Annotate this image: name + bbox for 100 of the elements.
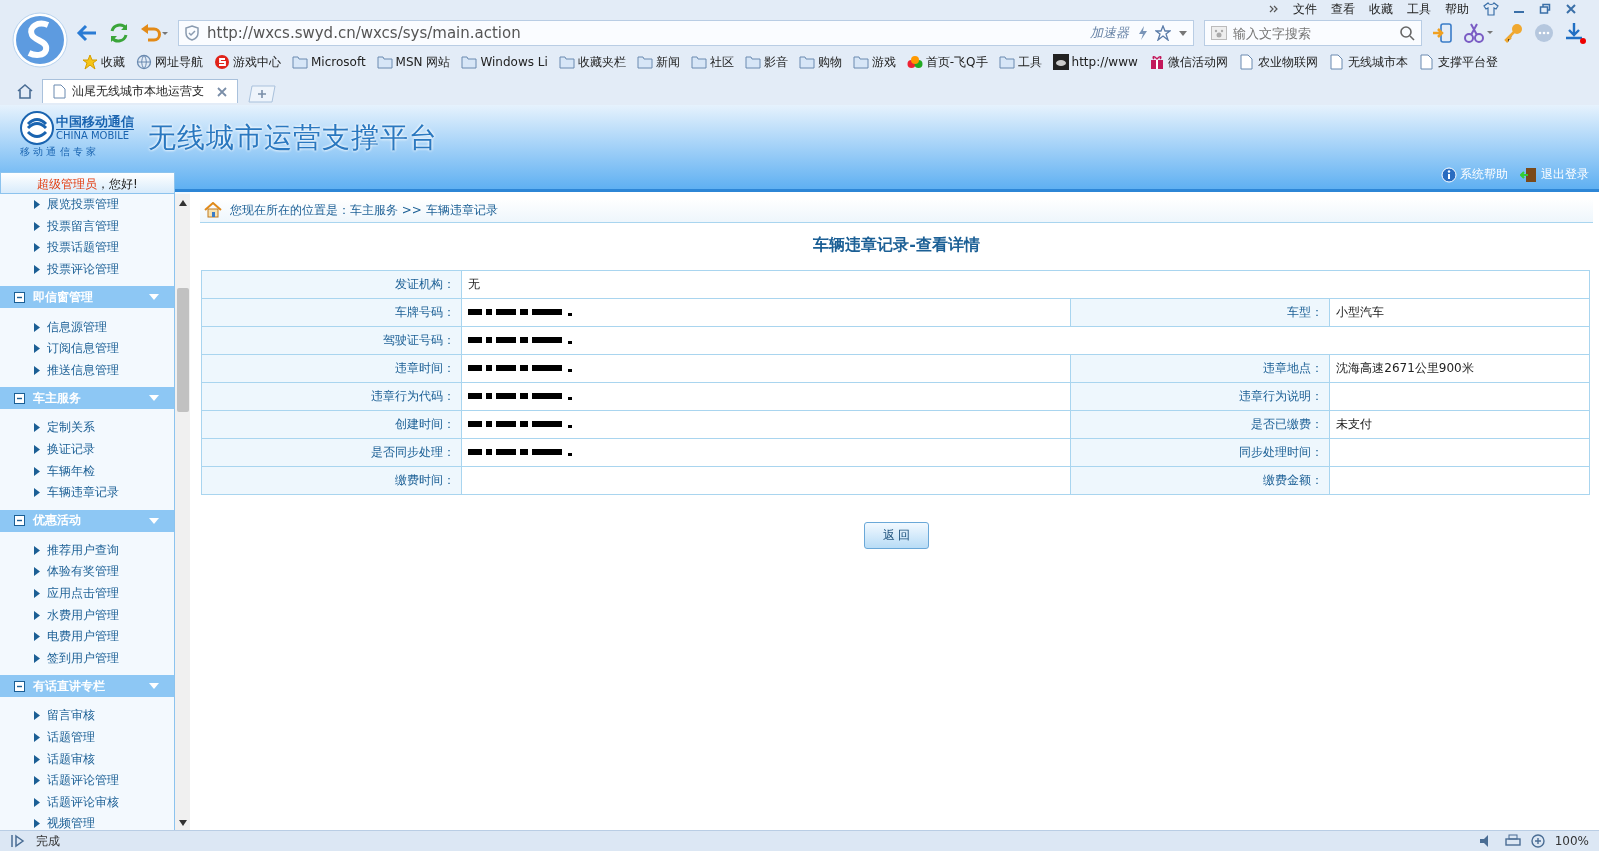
bookmark[interactable]: http://www: [1052, 54, 1138, 70]
close-icon[interactable]: [1565, 3, 1577, 15]
home-icon[interactable]: [16, 83, 34, 99]
browser-tab[interactable]: 汕尾无线城市本地运营支: [42, 79, 238, 103]
menu-item[interactable]: 话题管理: [34, 726, 174, 749]
menu-item[interactable]: 签到用户管理: [34, 647, 174, 670]
phone-icon[interactable]: [1432, 23, 1454, 43]
bookmark[interactable]: 微信活动网: [1148, 53, 1228, 71]
photo-icon: [1052, 54, 1069, 70]
menu-item[interactable]: 车辆违章记录: [34, 481, 174, 504]
bookmark[interactable]: 购物: [798, 53, 842, 71]
menu-item[interactable]: 投票话题管理: [34, 237, 174, 259]
bookmark[interactable]: 首页-飞Q手: [906, 53, 988, 71]
menu-item[interactable]: 话题评论管理: [34, 769, 174, 792]
bookmark[interactable]: 支撑平台登: [1418, 53, 1498, 71]
bookmark[interactable]: 网址导航: [136, 53, 203, 71]
menu-item[interactable]: 收藏: [1369, 0, 1393, 18]
menu-item[interactable]: 文件: [1293, 0, 1317, 18]
folder-icon: [376, 54, 393, 70]
refresh-icon[interactable]: [108, 22, 130, 44]
menu-item[interactable]: 留言审核: [34, 705, 174, 727]
bookmark[interactable]: 影音: [744, 53, 788, 71]
back-button[interactable]: 返 回: [863, 522, 930, 549]
menu-item[interactable]: 投票留言管理: [34, 215, 174, 238]
search-icon[interactable]: [1399, 25, 1415, 41]
download-icon[interactable]: [1564, 22, 1586, 44]
menu-item[interactable]: 体验有奖管理: [34, 561, 174, 583]
logo-icon: [20, 111, 54, 145]
field-label: 是否已缴费：: [1070, 410, 1330, 439]
menu-item[interactable]: 展览投票管理: [34, 194, 174, 216]
menu-item[interactable]: 定制关系: [34, 417, 174, 439]
triangle-icon: [34, 445, 40, 455]
bookmark[interactable]: 游戏中心: [214, 53, 281, 71]
bookmark[interactable]: 工具: [998, 53, 1042, 71]
collapse-icon[interactable]: [14, 291, 25, 303]
bookmark[interactable]: 收藏: [82, 53, 125, 71]
field-label: 违章地点：: [1070, 354, 1330, 383]
menu-item[interactable]: 推送信息管理: [34, 359, 174, 382]
menu-item[interactable]: 订阅信息管理: [34, 337, 174, 360]
close-icon[interactable]: [217, 86, 227, 97]
menu-item[interactable]: 车辆年检: [34, 460, 174, 482]
triangle-icon: [34, 819, 40, 829]
menu-item[interactable]: 话题评论审核: [34, 791, 174, 814]
scroll-up-icon[interactable]: [178, 200, 187, 206]
bookmark[interactable]: Microsoft: [292, 54, 366, 70]
scissors-icon[interactable]: [1464, 23, 1494, 43]
restore-icon[interactable]: [1539, 3, 1551, 15]
caret-icon[interactable]: [1179, 30, 1187, 36]
menu-item[interactable]: 应用点击管理: [34, 582, 174, 605]
zoom-level[interactable]: 100%: [1554, 834, 1589, 848]
collapse-icon[interactable]: [14, 392, 25, 404]
more-icon[interactable]: [1269, 4, 1279, 14]
collapse-icon[interactable]: [14, 680, 25, 692]
browser-logo-icon[interactable]: [12, 12, 68, 68]
menu-item[interactable]: 帮助: [1445, 0, 1469, 18]
menu-item[interactable]: 投票评论管理: [34, 258, 174, 281]
bookmark[interactable]: 游戏: [852, 53, 896, 71]
menu-item[interactable]: 水费用户管理: [34, 604, 174, 626]
zoom-icon[interactable]: [1530, 834, 1545, 848]
star-icon[interactable]: [1155, 25, 1171, 41]
shirt-icon[interactable]: [1483, 2, 1499, 16]
menu-item[interactable]: 推荐用户查询: [34, 539, 174, 562]
menu-item[interactable]: 视频管理: [34, 813, 174, 830]
more-dots-icon[interactable]: [1534, 23, 1554, 43]
undo-icon[interactable]: [140, 23, 168, 43]
sidebar-toggle-icon[interactable]: [10, 834, 26, 848]
scrollbar[interactable]: [175, 194, 190, 830]
field-value: 小型汽车: [1329, 298, 1590, 327]
page-icon: [1418, 54, 1435, 70]
door-icon: [1520, 166, 1538, 183]
scroll-down-icon[interactable]: [178, 820, 187, 826]
lightning-icon[interactable]: [1137, 25, 1147, 41]
menu-item[interactable]: 换证记录: [34, 438, 174, 461]
bookmark[interactable]: 农业物联网: [1238, 53, 1318, 71]
bookmark[interactable]: Windows Li: [461, 54, 548, 70]
menu-item[interactable]: 话题审核: [34, 748, 174, 770]
back-icon[interactable]: [76, 23, 98, 43]
printer-icon[interactable]: [1504, 834, 1521, 848]
folder-icon: [558, 54, 575, 70]
menu-item[interactable]: 电费用户管理: [34, 625, 174, 648]
collapse-icon[interactable]: [14, 515, 25, 527]
bookmark[interactable]: MSN 网站: [376, 53, 451, 71]
new-tab-icon[interactable]: [246, 85, 276, 103]
bookmark[interactable]: 无线城市本: [1328, 53, 1408, 71]
bookmark[interactable]: 收藏夹栏: [558, 53, 626, 71]
triangle-icon: [34, 423, 40, 433]
menu-item[interactable]: 信息源管理: [34, 316, 174, 338]
folder-icon: [292, 54, 308, 70]
triangle-icon: [34, 243, 40, 253]
page-icon: [1328, 54, 1345, 70]
scrollbar-thumb[interactable]: [176, 288, 189, 412]
address-bar[interactable]: http://wxcs.swyd.cn/wxcs/sys/main.action 加速器: [178, 20, 1194, 46]
search-box[interactable]: 输入文字搜索: [1204, 20, 1422, 46]
bookmark[interactable]: 新闻: [636, 53, 680, 71]
menu-item[interactable]: 工具: [1407, 0, 1431, 18]
search-field[interactable]: 输入文字搜索: [1231, 24, 1395, 42]
triangle-icon: [34, 365, 40, 375]
bookmark[interactable]: 社区: [690, 53, 734, 71]
menu-item[interactable]: 查看: [1331, 0, 1355, 18]
paw-icon: [1211, 26, 1227, 40]
